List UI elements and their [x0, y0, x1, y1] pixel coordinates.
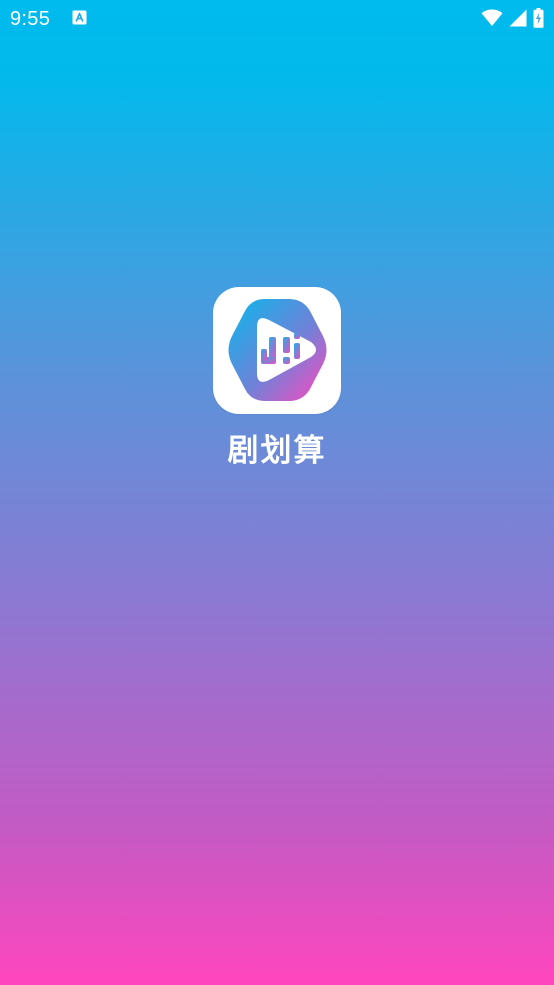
status-icons — [481, 8, 544, 28]
status-time: 9:55 — [10, 8, 51, 30]
battery-charging-icon — [533, 8, 544, 28]
play-logo-icon — [228, 299, 327, 401]
splash-screen: 9:55 剧划算 — [0, 0, 554, 985]
cell-signal-icon — [509, 9, 527, 27]
app-logo — [213, 287, 341, 414]
wifi-icon — [481, 9, 503, 27]
status-bar: 9:55 — [0, 0, 554, 38]
app-name: 剧划算 — [227, 433, 327, 469]
keyboard-a-icon — [72, 10, 87, 25]
